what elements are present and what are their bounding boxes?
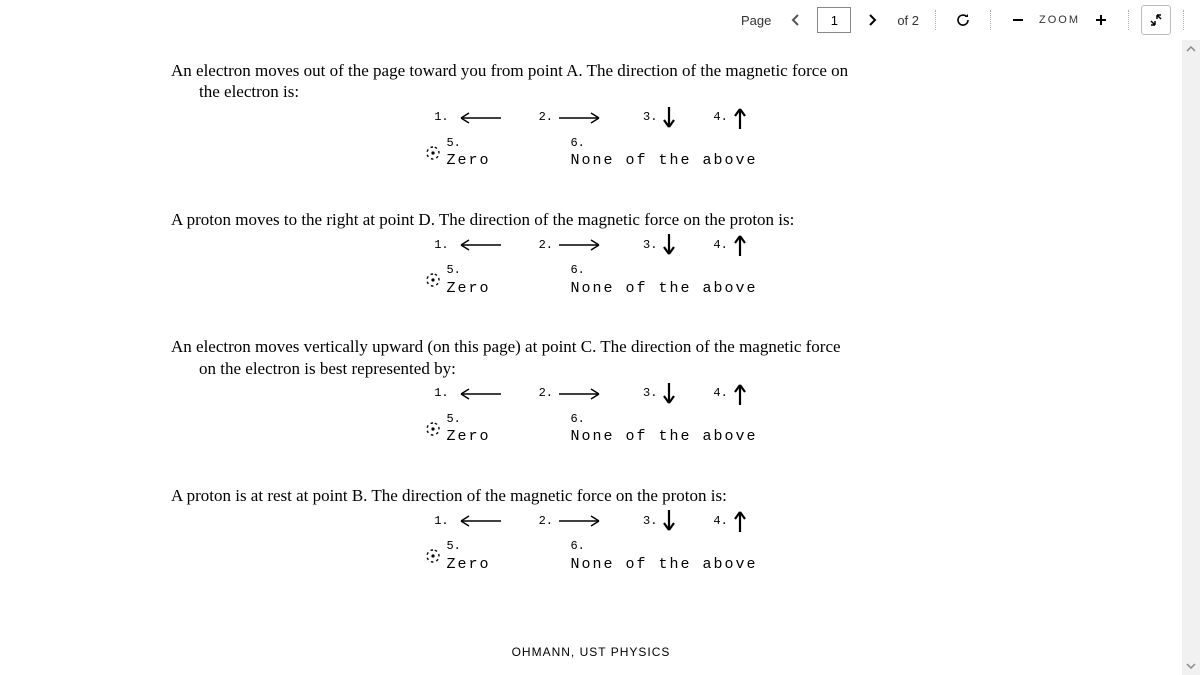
options-row-2: 5.Zero 6.None of the above bbox=[171, 262, 1011, 298]
prev-page-button[interactable] bbox=[781, 5, 811, 35]
options-row-1: 1. 2. 3. 4. bbox=[171, 508, 1011, 534]
separator bbox=[1128, 10, 1129, 30]
refresh-icon bbox=[955, 12, 971, 28]
option-6: 6.None of the above bbox=[570, 135, 757, 171]
question-block: An electron moves vertically upward (on … bbox=[171, 336, 1011, 447]
chevron-right-icon bbox=[866, 14, 878, 26]
collapse-button[interactable] bbox=[1141, 5, 1171, 35]
option-4: 4. bbox=[713, 381, 747, 407]
option-1: 1. bbox=[434, 233, 502, 257]
question-line2: the electron is: bbox=[171, 81, 299, 102]
option-3: 3. bbox=[643, 381, 677, 407]
caret-up-icon bbox=[1186, 45, 1196, 53]
options-row-1: 1. 2. 3. 4. bbox=[171, 105, 1011, 131]
arrow-right-icon bbox=[557, 106, 607, 130]
option-3: 3. bbox=[643, 232, 677, 258]
plus-icon bbox=[1094, 13, 1108, 27]
options-row-1: 1. 2. 3. 4. bbox=[171, 381, 1011, 407]
option-2: 2. bbox=[539, 509, 607, 533]
zoom-out-button[interactable] bbox=[1003, 5, 1033, 35]
caret-down-icon bbox=[1186, 662, 1196, 670]
arrow-left-icon bbox=[453, 382, 503, 406]
question-block: A proton is at rest at point B. The dire… bbox=[171, 485, 1011, 575]
question-line1: An electron moves out of the page toward… bbox=[171, 61, 848, 80]
out-of-page-icon bbox=[424, 144, 442, 162]
options-row-2: 5.Zero 6.None of the above bbox=[171, 411, 1011, 447]
question-block: An electron moves out of the page toward… bbox=[171, 60, 1011, 171]
arrow-down-icon bbox=[661, 232, 677, 258]
arrow-up-icon bbox=[732, 105, 748, 131]
option-5: 5.Zero bbox=[424, 411, 490, 447]
question-line1: An electron moves vertically upward (on … bbox=[171, 337, 841, 356]
arrow-down-icon bbox=[661, 508, 677, 534]
arrow-down-icon bbox=[661, 105, 677, 131]
option-2: 2. bbox=[539, 382, 607, 406]
options-row-1: 1. 2. 3. 4. bbox=[171, 232, 1011, 258]
page-footer: OHMANN, UST PHYSICS bbox=[171, 645, 1011, 659]
option-6: 6.None of the above bbox=[570, 262, 757, 298]
out-of-page-icon bbox=[424, 420, 442, 438]
option-5: 5.Zero bbox=[424, 538, 490, 574]
option-5: 5.Zero bbox=[424, 135, 490, 171]
footer-author: OHMANN, bbox=[512, 645, 580, 659]
option-3: 3. bbox=[643, 508, 677, 534]
footer-dept: UST PHYSICS bbox=[580, 645, 671, 659]
zoom-in-button[interactable] bbox=[1086, 5, 1116, 35]
pdf-toolbar: Page of 2 ZOOM bbox=[727, 0, 1200, 40]
page-number-input[interactable] bbox=[817, 7, 851, 33]
option-1: 1. bbox=[434, 382, 502, 406]
collapse-icon bbox=[1149, 13, 1163, 27]
refresh-button[interactable] bbox=[948, 5, 978, 35]
arrow-up-icon bbox=[732, 508, 748, 534]
out-of-page-icon bbox=[424, 547, 442, 565]
option-4: 4. bbox=[713, 105, 747, 131]
chevron-left-icon bbox=[790, 14, 802, 26]
arrow-down-icon bbox=[661, 381, 677, 407]
question-text: An electron moves out of the page toward… bbox=[171, 60, 1011, 103]
vertical-scrollbar[interactable] bbox=[1182, 40, 1200, 675]
arrow-left-icon bbox=[453, 233, 503, 257]
scroll-up-button[interactable] bbox=[1182, 40, 1200, 58]
options-row-2: 5.Zero 6.None of the above bbox=[171, 538, 1011, 574]
page-total-label: of 2 bbox=[897, 13, 919, 28]
question-text: A proton moves to the right at point D. … bbox=[171, 209, 1011, 230]
scroll-down-button[interactable] bbox=[1182, 657, 1200, 675]
option-6: 6.None of the above bbox=[570, 538, 757, 574]
arrow-right-icon bbox=[557, 509, 607, 533]
option-4: 4. bbox=[713, 508, 747, 534]
document-page: An electron moves out of the page toward… bbox=[111, 40, 1071, 669]
question-line2: on the electron is best represented by: bbox=[171, 358, 456, 379]
options-row-2: 5.Zero 6.None of the above bbox=[171, 135, 1011, 171]
option-4: 4. bbox=[713, 232, 747, 258]
option-3: 3. bbox=[643, 105, 677, 131]
minus-icon bbox=[1011, 13, 1025, 27]
option-5: 5.Zero bbox=[424, 262, 490, 298]
next-page-button[interactable] bbox=[857, 5, 887, 35]
option-1: 1. bbox=[434, 106, 502, 130]
separator bbox=[935, 10, 936, 30]
question-text: An electron moves vertically upward (on … bbox=[171, 336, 1011, 379]
arrow-up-icon bbox=[732, 381, 748, 407]
document-viewport: An electron moves out of the page toward… bbox=[0, 40, 1182, 675]
arrow-right-icon bbox=[557, 382, 607, 406]
question-text: A proton is at rest at point B. The dire… bbox=[171, 485, 1011, 506]
option-2: 2. bbox=[539, 233, 607, 257]
option-2: 2. bbox=[539, 106, 607, 130]
out-of-page-icon bbox=[424, 271, 442, 289]
separator bbox=[990, 10, 991, 30]
separator bbox=[1183, 10, 1184, 30]
arrow-up-icon bbox=[732, 232, 748, 258]
zoom-label: ZOOM bbox=[1039, 14, 1080, 26]
option-6: 6.None of the above bbox=[570, 411, 757, 447]
question-block: A proton moves to the right at point D. … bbox=[171, 209, 1011, 299]
arrow-left-icon bbox=[453, 509, 503, 533]
arrow-left-icon bbox=[453, 106, 503, 130]
option-1: 1. bbox=[434, 509, 502, 533]
page-label: Page bbox=[741, 13, 771, 28]
arrow-right-icon bbox=[557, 233, 607, 257]
